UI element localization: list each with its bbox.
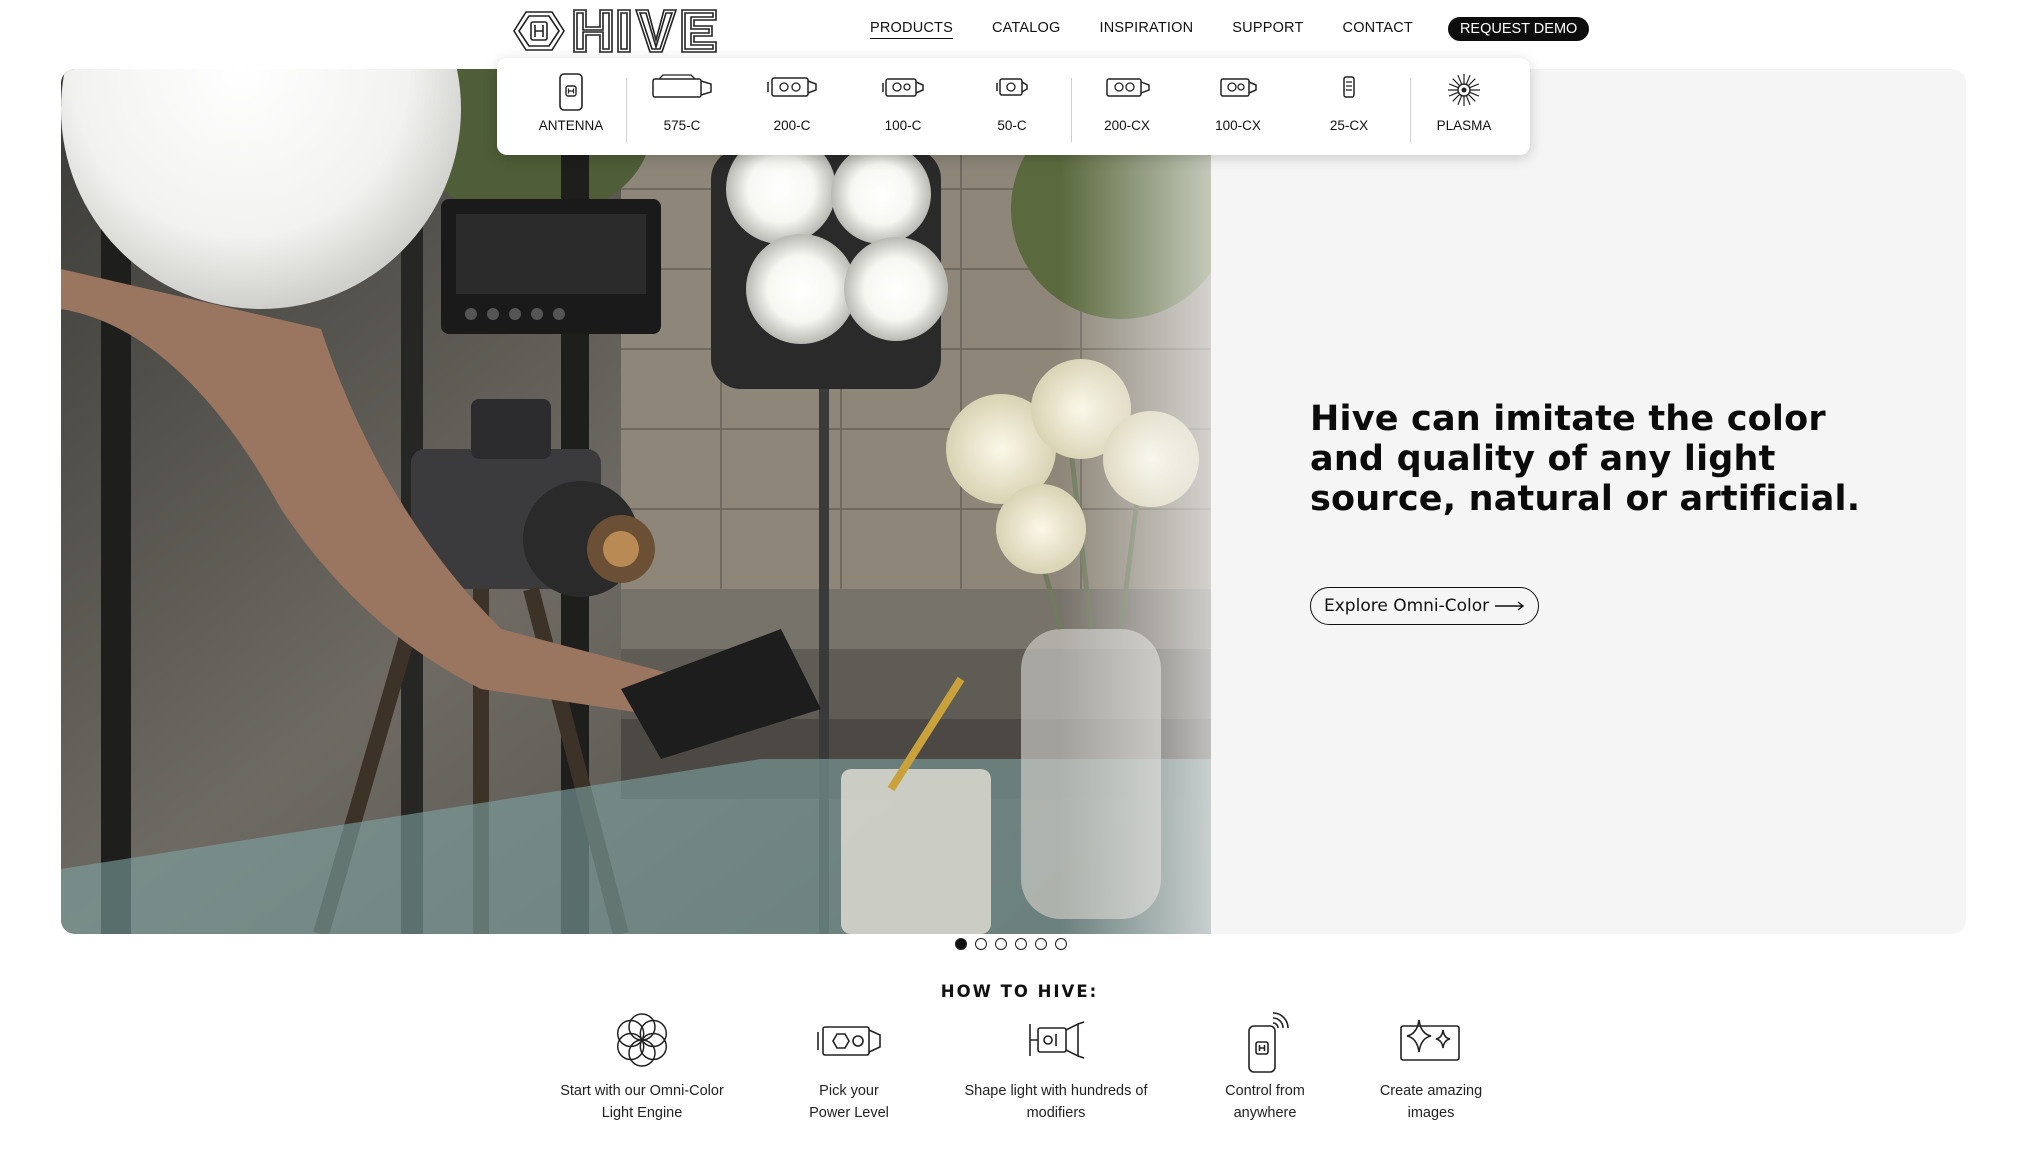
hero-headline: Hive can imitate the color and quality o…	[1310, 399, 1861, 519]
modifier-icon	[1029, 1021, 1085, 1059]
explore-omni-color-button[interactable]: Explore Omni-Color	[1310, 587, 1540, 625]
carousel-dot-3[interactable]	[995, 938, 1007, 950]
carousel-dot-4[interactable]	[1015, 938, 1027, 950]
light-100c-icon	[882, 78, 924, 97]
carousel-dot-5[interactable]	[1035, 938, 1047, 950]
how-to-step-engine: Start with our Omni-Color Light Engine	[537, 1010, 747, 1121]
light-200c-icon	[767, 77, 817, 97]
menu-divider	[1410, 78, 1411, 142]
nav-inspiration[interactable]: INSPIRATION	[1100, 20, 1194, 38]
site-header: PRODUCTS CATALOG INSPIRATION SUPPORT CON…	[0, 0, 2039, 60]
product-200-c[interactable]: 200-C	[742, 58, 842, 155]
light-25cx-icon	[1343, 76, 1355, 98]
step-label: Shape light with hundreds of modifiers	[964, 1083, 1148, 1121]
how-to-step-create: Create amazing images	[1326, 1010, 1536, 1121]
nav-products[interactable]: PRODUCTS	[870, 20, 953, 39]
main-nav: PRODUCTS CATALOG INSPIRATION SUPPORT CON…	[870, 16, 1590, 42]
product-label: 575-C	[663, 118, 701, 133]
explore-button-label: Explore Omni-Color	[1324, 596, 1490, 616]
product-label: 100-CX	[1215, 118, 1261, 133]
menu-divider	[626, 78, 627, 142]
product-label: 100-C	[884, 118, 922, 133]
product-label: ANTENNA	[538, 118, 604, 133]
product-100-cx[interactable]: 100-CX	[1188, 58, 1288, 155]
how-to-step-modifiers: Shape light with hundreds of modifiers	[951, 1010, 1161, 1121]
hero-text-block: Hive can imitate the color and quality o…	[1310, 399, 1870, 519]
product-100-c[interactable]: 100-C	[853, 58, 953, 155]
carousel-dot-6[interactable]	[1055, 938, 1067, 950]
light-100cx-icon	[1220, 78, 1257, 97]
hero-slide: Hive can imitate the color and quality o…	[61, 69, 1966, 934]
product-label: PLASMA	[1436, 118, 1492, 133]
product-200-cx[interactable]: 200-CX	[1077, 58, 1177, 155]
product-label: 200-CX	[1104, 118, 1150, 133]
product-label: 200-C	[773, 118, 811, 133]
flower-engine-icon	[616, 1013, 668, 1067]
antenna-icon	[559, 73, 583, 111]
step-label: Create amazing images	[1379, 1083, 1483, 1121]
light-fixture-icon	[817, 1026, 881, 1056]
light-575c-icon	[652, 74, 712, 98]
plasma-burst-icon	[1448, 74, 1480, 106]
product-50-c[interactable]: 50-C	[962, 58, 1062, 155]
nav-contact[interactable]: CONTACT	[1343, 20, 1413, 38]
hero-fade-overlay	[1061, 69, 1281, 934]
carousel-dot-2[interactable]	[975, 938, 987, 950]
sparkle-image-icon	[1400, 1019, 1460, 1061]
product-label: 50-C	[997, 118, 1027, 133]
nav-catalog[interactable]: CATALOG	[992, 20, 1061, 38]
how-to-step-power: Pick your Power Level	[744, 1010, 954, 1121]
menu-divider	[1071, 78, 1072, 142]
step-label: Start with our Omni-Color Light Engine	[560, 1083, 724, 1121]
hive-logo[interactable]	[512, 6, 718, 56]
light-50c-icon	[996, 78, 1028, 96]
product-antenna[interactable]: ANTENNA	[521, 58, 621, 155]
product-plasma[interactable]: PLASMA	[1414, 58, 1514, 155]
how-to-title: HOW TO HIVE:	[940, 982, 1099, 1001]
phone-remote-icon	[1248, 1012, 1289, 1073]
long-arrow-right-icon	[1495, 601, 1525, 611]
product-25-cx[interactable]: 25-CX	[1299, 58, 1399, 155]
products-dropdown: ANTENNA 575-C 200-C 100-C 50-C 200-CX 10…	[497, 58, 1530, 155]
hero-photo	[61, 69, 1211, 934]
carousel-dots	[955, 938, 1075, 950]
product-label: 25-CX	[1329, 118, 1369, 133]
step-label: Pick your Power Level	[809, 1083, 889, 1121]
light-200cx-icon	[1106, 78, 1150, 97]
product-575-c[interactable]: 575-C	[632, 58, 732, 155]
nav-support[interactable]: SUPPORT	[1232, 20, 1303, 38]
request-demo-button[interactable]: REQUEST DEMO	[1447, 17, 1590, 41]
carousel-dot-1[interactable]	[955, 938, 967, 950]
